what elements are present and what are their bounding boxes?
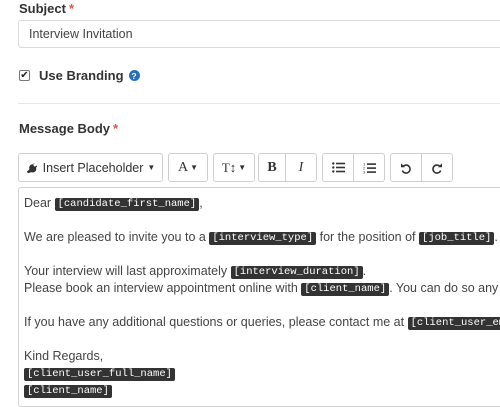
insert-placeholder-button[interactable]: Insert Placeholder ▼ [18,153,163,182]
editor-text: Kind Regards, [24,349,104,363]
message-body-editor[interactable]: Dear [candidate_first_name], We are plea… [18,187,500,407]
editor-text: , [199,196,203,210]
duration-line: Your interview will last approximately [… [24,263,500,280]
editor-text: . [362,264,367,278]
use-branding-label: Use Branding [39,68,124,83]
required-mark: * [113,121,119,136]
placeholder-tag: [interview_duration] [230,266,363,279]
editor-text: . [494,230,498,244]
placeholder-tag: [client_user_full_name] [24,368,175,381]
signature-client-line: [client_name] [24,382,500,399]
invite-line: We are pleased to invite you to a [inter… [24,229,500,246]
use-branding-row: ✔ Use Branding ? [19,68,140,83]
undo-button[interactable] [390,153,422,182]
numbered-list-button[interactable]: 123 [353,153,385,182]
help-icon[interactable]: ? [128,70,140,81]
placeholder-tag: [client_name] [24,385,112,398]
editor-text: We are pleased to invite you to a [24,230,206,244]
placeholder-tag: [interview_type] [209,232,317,245]
font-button[interactable]: A ▼ [168,153,208,182]
placeholder-tag: [job_title] [419,232,495,245]
placeholder-tag: [client_name] [301,283,390,296]
booking-line: Please book an interview appointment onl… [24,280,500,297]
subject-input[interactable] [18,20,500,48]
chevron-down-icon: ▼ [238,163,247,172]
redo-icon [431,162,443,174]
bold-button[interactable]: B [258,153,286,182]
undo-icon [400,162,412,174]
editor-text: for the position of [319,230,416,244]
placeholder-tag: [candidate_first_name] [54,198,200,211]
text-size-button[interactable]: T↕ ▼ [213,153,255,182]
bold-icon: B [267,159,277,175]
chevron-down-icon: ▼ [147,163,156,172]
message-body-label-text: Message Body [19,121,111,136]
bulleted-list-icon [331,162,345,173]
editor-text: If you have any additional questions or … [24,315,405,329]
svg-text:3: 3 [363,169,366,174]
redo-button[interactable] [421,153,453,182]
message-body-label: Message Body * [19,121,118,136]
placeholder-tag: [client_user_emai [407,317,500,330]
required-mark: * [68,1,75,16]
questions-line: If you have any additional questions or … [24,314,500,331]
subject-label: Subject * [19,1,74,16]
subject-label-text: Subject [19,1,66,16]
editor-text: Your interview will last approximately [24,264,228,278]
greeting-line: Dear [candidate_first_name], [24,195,500,212]
use-branding-checkbox[interactable]: ✔ [19,70,30,81]
text-size-icon: T↕ [221,159,237,175]
regards-line: Kind Regards, [24,348,500,365]
italic-button[interactable]: I [285,153,317,182]
italic-icon: I [298,159,304,175]
editor-text: . You can do so any tim [389,281,500,295]
insert-placeholder-label: Insert Placeholder [42,160,144,175]
numbered-list-icon: 123 [363,162,376,174]
section-divider [18,103,500,104]
editor-text: Please book an interview appointment onl… [24,281,298,295]
plug-icon [26,162,38,174]
signature-name-line: [client_user_full_name] [24,365,500,382]
font-icon: A [177,159,189,175]
bulleted-list-button[interactable] [322,153,354,182]
editor-text: Dear [24,196,52,210]
chevron-down-icon: ▼ [190,163,199,172]
